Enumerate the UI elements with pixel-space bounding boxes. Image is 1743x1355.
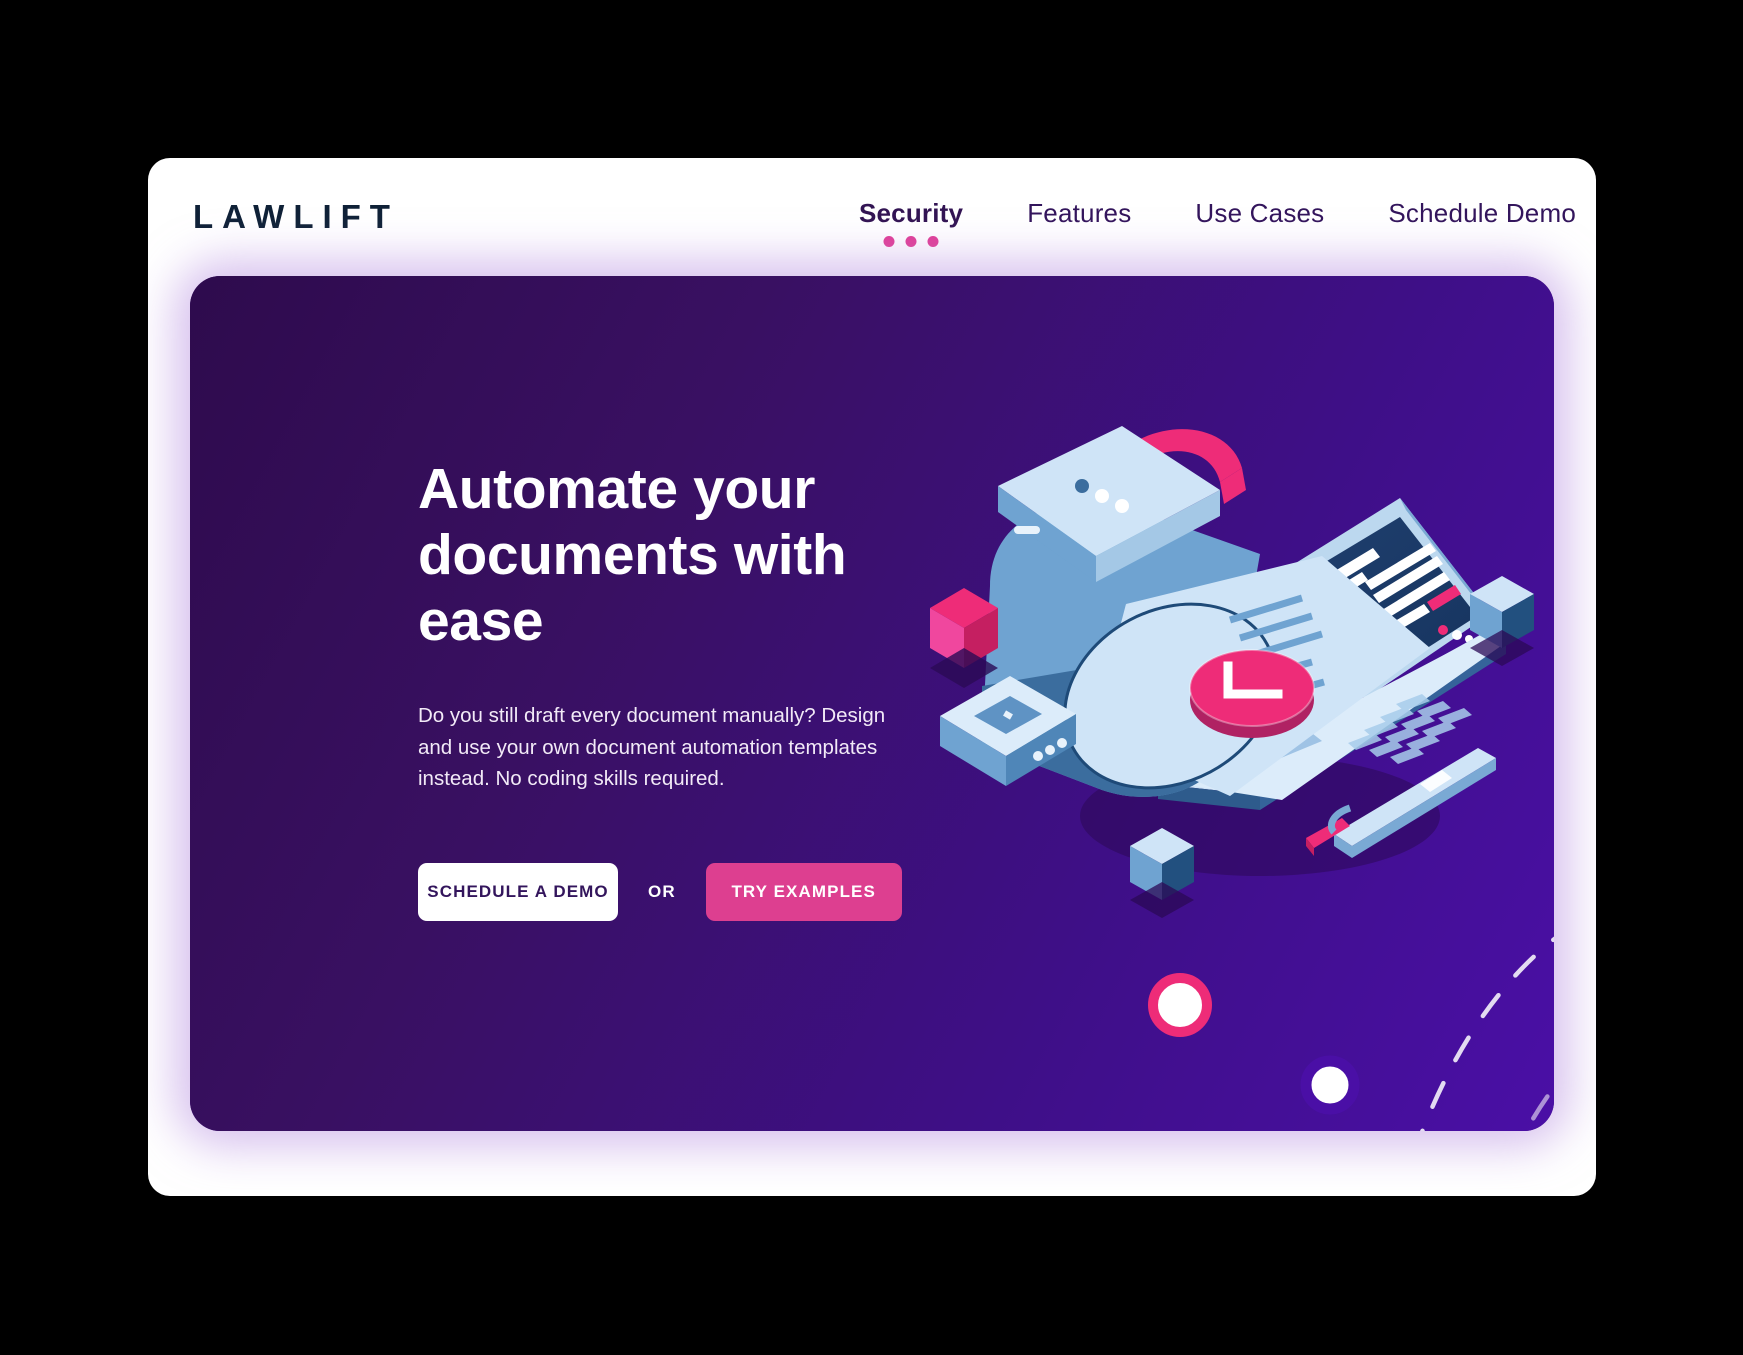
dot-2 (905, 236, 917, 247)
headline-line-2: documents with ease (418, 523, 847, 654)
nav-item-schedule-demo-label: Schedule Demo (1388, 198, 1576, 228)
clock-badge (1189, 649, 1315, 738)
nav-links: Security Features Use Cases Schedule Dem… (858, 198, 1576, 247)
hero-copy: Automate your documents with ease Do you s… (418, 456, 978, 922)
blue-cube-right (1470, 576, 1534, 666)
cta-row: SCHEDULE A DEMO OR TRY EXAMPLES (418, 863, 978, 922)
nav-item-schedule-demo[interactable]: Schedule Demo (1388, 198, 1576, 235)
nav-item-features[interactable]: Features (1027, 198, 1131, 235)
try-examples-button[interactable]: TRY EXAMPLES (705, 863, 902, 922)
hero-description: Do you still draft every document manual… (418, 704, 886, 791)
cta-separator-label: OR (648, 882, 676, 902)
pink-ring-marker (1148, 973, 1212, 1037)
brand-logo[interactable]: LAWLIFT (193, 200, 399, 233)
page-title: Automate your documents with ease (418, 456, 978, 654)
nav-item-use-cases[interactable]: Use Cases (1195, 198, 1324, 235)
nav-item-security-label: Security (858, 198, 964, 228)
hero-illustration (930, 426, 1534, 918)
hero-card: Automate your documents with ease Do you s… (190, 276, 1554, 1131)
purple-ring-marker (1300, 1055, 1360, 1115)
active-indicator-dots (883, 236, 939, 247)
nav-item-use-cases-label: Use Cases (1195, 198, 1325, 228)
nav-item-security[interactable]: Security (858, 198, 964, 247)
nav-item-features-label: Features (1027, 198, 1132, 228)
blue-cube-small (1130, 828, 1194, 918)
schedule-demo-button[interactable]: SCHEDULE A DEMO (418, 863, 618, 922)
headline-line-1: Automate your (418, 457, 816, 521)
dot-1 (883, 236, 895, 247)
dot-3 (927, 236, 939, 247)
screen-background: LAWLIFT Security Features Use Cases Sche… (0, 0, 1743, 1355)
